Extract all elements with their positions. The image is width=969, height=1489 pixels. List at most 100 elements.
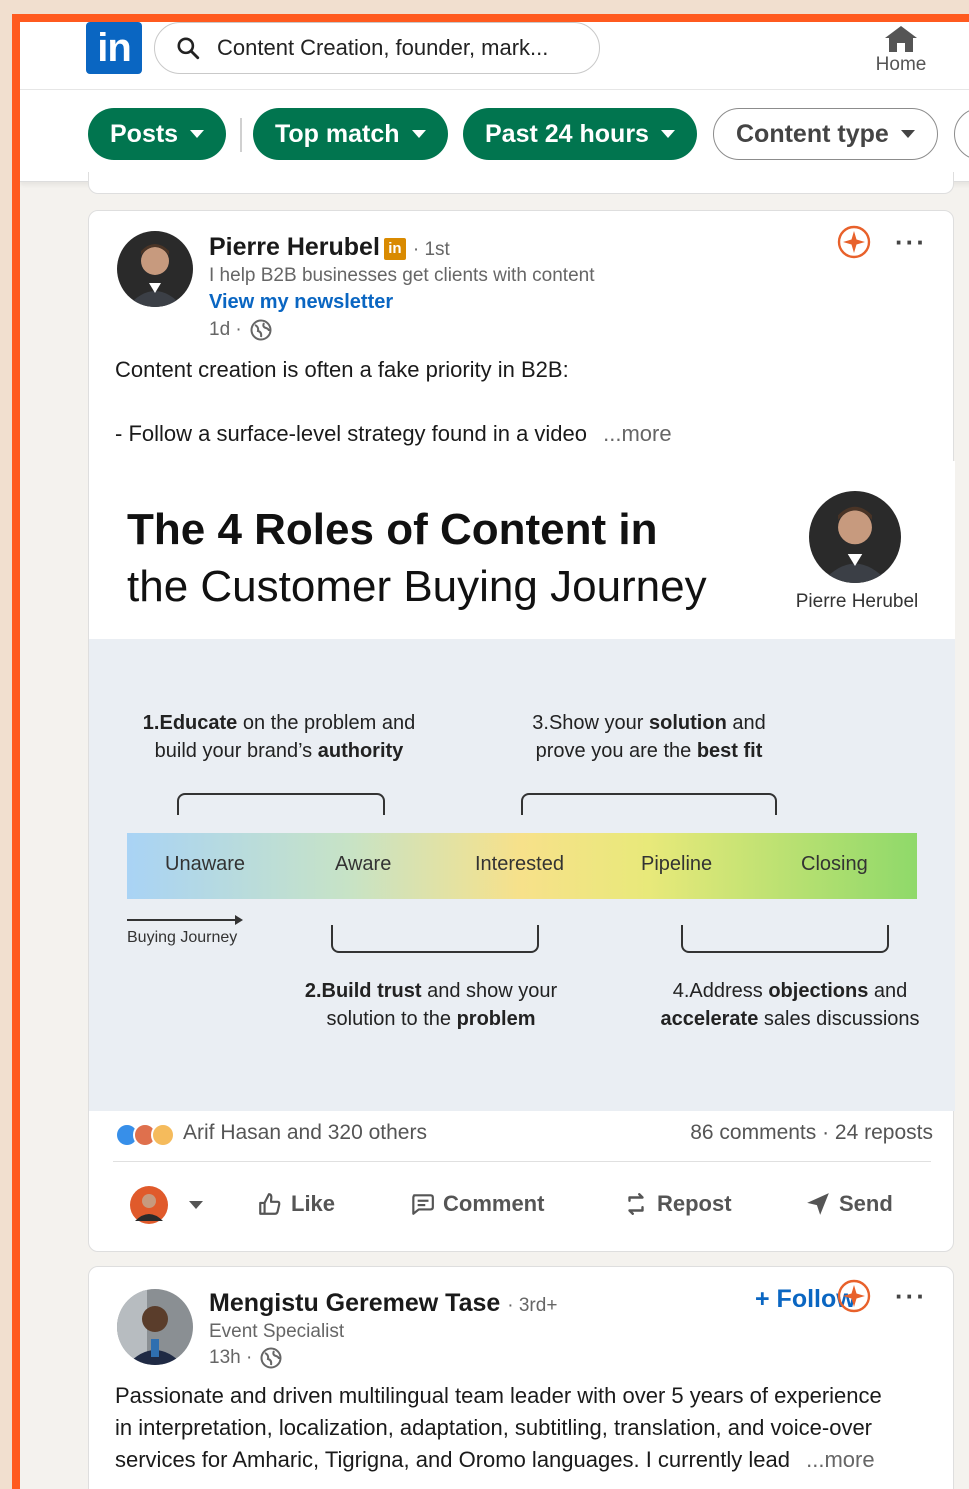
post-text-line: - Follow a surface-level strategy found … [115,421,672,447]
previous-post-edge [88,172,954,194]
like-label: Like [291,1191,336,1216]
linkedin-premium-icon: in [383,238,406,260]
caret-down-icon [411,130,426,138]
more-options-icon[interactable]: ··· [895,1281,927,1312]
bracket-phase-1 [177,793,385,815]
infographic-author-avatar [809,491,901,583]
phase-2-rest: and show your [421,980,558,1002]
linkedin-logo-icon[interactable]: in [86,22,142,74]
phase-1-keyword: Educate [159,712,238,734]
post-text: - Follow a surface-level strategy found … [115,421,588,446]
phase-3-keyword2: best fit [696,740,763,762]
filter-label: Posts [110,119,179,148]
comment-button[interactable]: Comment [409,1191,544,1217]
post-card: Pierre Herubel in · 1st I help B2B busine… [88,210,955,1252]
phase-3-line1: 3.Show your [532,712,650,734]
infographic-author-caption: Pierre Herubel [795,591,919,612]
connection-degree: · 1st [412,239,450,260]
phase-2-number: 2. [304,980,322,1002]
post-time: 13h · [209,1347,253,1368]
repost-button[interactable]: Repost [623,1191,732,1217]
post-time: 1d · [209,319,242,340]
author-name[interactable]: Mengistu Geremew Tase · 3rd+ [209,1289,557,1318]
engagement-counts: Arif Hasan and 320 others 86 comments · … [113,1121,933,1145]
stage-unaware: Unaware [165,853,246,875]
thumbs-up-icon [259,1193,281,1215]
author-headline: Event Specialist [209,1321,345,1342]
bracket-phase-3 [521,793,777,815]
stage-pipeline: Pipeline [641,853,713,875]
phase-1-rest: on the problem and [237,712,416,734]
phase-4-line1: 4.Address [672,980,769,1002]
phase-3-line2: prove you are the [535,740,697,762]
repost-icon [628,1193,644,1215]
filter-divider [240,118,242,152]
author-avatar[interactable] [117,231,193,307]
author-headline: I help B2B businesses get clients with c… [209,265,595,286]
phase-3-rest: and [726,712,766,734]
phase-1-number: 1. [142,712,160,734]
filter-content-type[interactable]: Content type [713,108,938,160]
caret-down-icon [900,130,915,138]
filter-posts[interactable]: Posts [88,108,227,160]
comments-reposts-text[interactable]: 86 comments · 24 reposts [690,1121,933,1145]
see-more-link[interactable]: ...more [603,421,671,446]
infographic-title-line2: the Customer Buying Journey [127,562,707,611]
reactions-text[interactable]: Arif Hasan and 320 others [183,1121,427,1144]
post-meta: 1d · [209,319,272,341]
send-label: Send [839,1191,893,1216]
phase-4-keyword2: accelerate [660,1008,759,1030]
post-text: services for Amharic, Tigrigna, and Orom… [115,1447,790,1472]
infographic-title-line1: The 4 Roles of Content in [127,505,658,554]
premium-spark-icon[interactable] [837,225,871,259]
send-icon [807,1193,829,1215]
caret-down-icon [660,130,675,138]
author-avatar[interactable] [117,1289,193,1365]
reaction-avatar-selector[interactable] [129,1185,203,1225]
phase-3-keyword: solution [649,712,727,734]
phase-1-line2: build your brand’s [154,740,318,762]
more-options-icon[interactable]: ··· [895,227,927,258]
actions-divider [113,1161,931,1162]
phase-4-line2: sales discussions [758,1008,920,1030]
journey-label: Buying Journey [127,929,238,946]
stage-aware: Aware [335,853,392,875]
post-text-line: services for Amharic, Tigrigna, and Orom… [115,1447,875,1473]
phase-2-keyword: Build trust [321,980,422,1002]
phase-4-rest: and [868,980,908,1002]
premium-spark-icon[interactable] [837,1279,871,1313]
filter-label: Content type [736,119,889,148]
infographic-title: The 4 Roles of Content in the Customer B… [127,501,707,615]
search-icon [177,37,200,60]
home-nav-button[interactable]: Home [866,24,936,76]
filter-top-match[interactable]: Top match [253,108,448,160]
infographic-body[interactable]: 1.Educate on the problem and build your … [89,639,955,1111]
arrow-right-icon [235,915,243,925]
filter-label: Past 24 hours [485,119,649,148]
post-meta: 13h · [209,1347,282,1369]
like-button[interactable]: Like [257,1191,335,1217]
journey-arrow-line [127,919,239,921]
user-avatar-icon [130,1186,168,1224]
author-name-text: Mengistu Geremew Tase [209,1289,501,1317]
filter-past-24-hours[interactable]: Past 24 hours [463,108,697,160]
bracket-phase-4 [681,925,889,953]
stage-interested: Interested [475,853,564,875]
author-name[interactable]: Pierre Herubel in · 1st [209,233,450,262]
browser-frame: in Content Creation, founder, mark... Ho… [12,14,969,1489]
home-icon [885,26,917,52]
caret-down-icon [189,1201,203,1209]
repost-label: Repost [657,1191,732,1216]
see-more-link[interactable]: ...more [806,1447,874,1472]
stage-closing: Closing [801,853,868,875]
phase-2-line2: solution to the [326,1008,457,1030]
search-input[interactable]: Content Creation, founder, mark... [154,22,600,74]
phase-3-text: 3.Show your solution and prove you are t… [509,709,789,765]
globe-icon [250,319,272,341]
author-name-text: Pierre Herubel [209,233,380,261]
phase-2-keyword2: problem [456,1008,536,1030]
filter-more[interactable] [954,108,969,160]
send-button[interactable]: Send [805,1191,893,1217]
newsletter-link[interactable]: View my newsletter [209,291,393,314]
infographic-header[interactable]: The 4 Roles of Content in the Customer B… [89,461,955,639]
